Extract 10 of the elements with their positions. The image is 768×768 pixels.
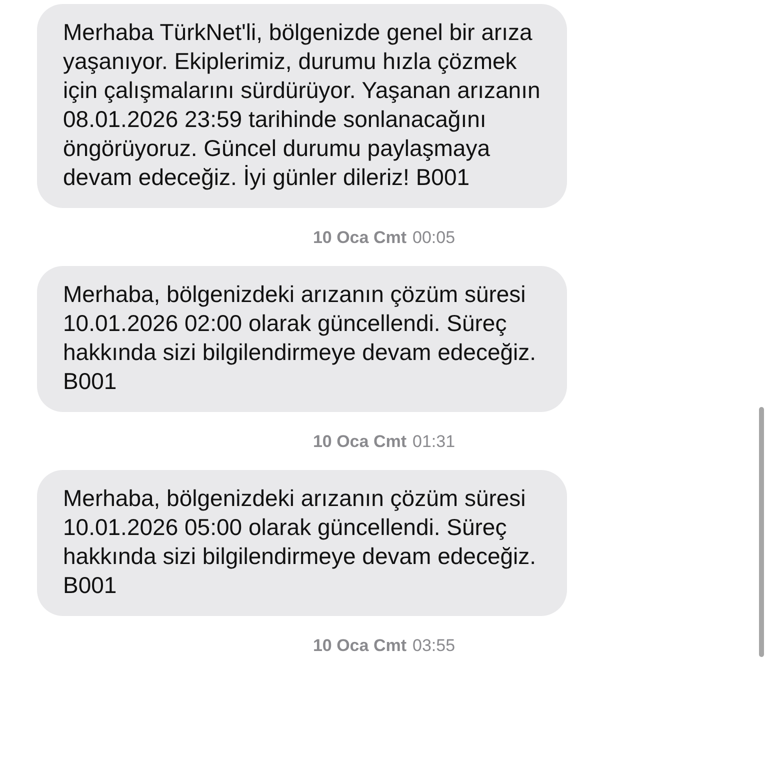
message-time: 00:05: [412, 228, 456, 248]
message-date: 10 Oca Cmt: [312, 432, 406, 452]
message-date: 10 Oca Cmt: [312, 228, 406, 248]
message-time: 01:31: [412, 432, 456, 452]
scrollbar-thumb[interactable]: [759, 407, 764, 657]
message-time: 03:55: [412, 636, 456, 656]
message-bubble: Merhaba, bölgenizdeki arızanın çözüm süresi 10.01.2026 05:00 olarak güncellendi. Süreç hakkında sizi bilgilendirmeye devam edeceğiz. B001: [37, 470, 567, 616]
message-bubble: Merhaba, bölgenizdeki arızanın çözüm süresi 10.01.2026 02:00 olarak güncellendi. Süreç hakkında sizi bilgilendirmeye devam edeceğiz. B001: [37, 266, 567, 412]
message-bubble: Merhaba TürkNet'li, bölgenizde genel bir arıza yaşanıyor. Ekiplerimiz, durumu hızla çözmek için çalışmalarını sürdürüyor. Yaşanan arızanın 08.01.2026 23:59 tarihinde sonlanacağını öngörüyoruz. Güncel durumu paylaşmaya devam edeceğiz. İyi günler dileriz! B001: [37, 4, 567, 208]
message-date: 10 Oca Cmt: [312, 636, 406, 656]
